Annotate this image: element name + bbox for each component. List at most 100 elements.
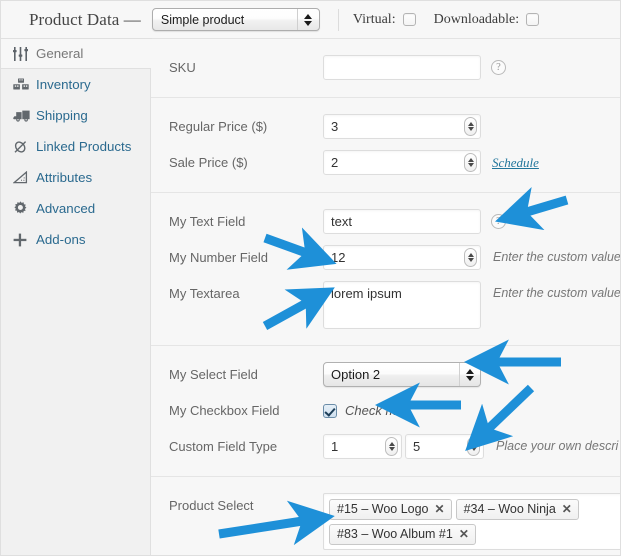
panel-header: Product Data — Simple product Virtual: D… <box>1 1 620 39</box>
product-tag[interactable]: #83 – Woo Album #1 ✕ <box>329 524 476 545</box>
my-textarea-row: My Textarea lorem ipsum Enter the custom… <box>151 276 620 334</box>
custom-field-type-stepper-2[interactable] <box>467 437 480 456</box>
sidebar-item-label: General <box>36 46 84 61</box>
sidebar-item-label: Shipping <box>36 108 88 123</box>
my-number-field-description: Enter the custom value he <box>493 250 620 264</box>
downloadable-label: Downloadable: <box>433 11 520 27</box>
product-select-row: Product Select #15 – Woo Logo ✕ #34 – Wo… <box>151 488 620 555</box>
my-textarea-input[interactable]: lorem ipsum <box>323 281 481 329</box>
virtual-checkbox[interactable] <box>402 13 416 26</box>
stepper-up-icon <box>388 442 395 446</box>
stepper-down-icon <box>467 163 474 167</box>
sidebar-item-linked-products[interactable]: Linked Products <box>1 131 150 162</box>
sidebar-item-label: Add-ons <box>36 232 86 247</box>
select-stepper-icon[interactable] <box>459 363 480 386</box>
sku-label: SKU <box>169 60 196 75</box>
help-icon[interactable]: ? <box>491 60 506 75</box>
product-data-form: SKU ? Regular Price ($) 3 Sale Price ($)… <box>151 39 620 555</box>
product-tag[interactable]: #34 – Woo Ninja ✕ <box>455 499 579 520</box>
gear-icon <box>13 201 32 216</box>
plus-icon <box>13 233 32 247</box>
sidebar-item-label: Linked Products <box>36 139 132 154</box>
sku-input[interactable] <box>323 55 481 80</box>
my-text-field-row: My Text Field text ? <box>151 204 620 240</box>
header-divider <box>337 8 339 31</box>
stepper-down-icon <box>470 447 477 451</box>
sidebar-item-general[interactable]: General <box>1 38 152 69</box>
regular-price-field-row: Regular Price ($) 3 <box>151 109 620 145</box>
sidebar-item-label: Attributes <box>36 170 93 185</box>
product-tag-label: #15 – Woo Logo <box>337 502 429 516</box>
sku-field-row: SKU ? <box>151 50 620 86</box>
my-select-field-select[interactable]: Option 2 <box>323 362 481 387</box>
virtual-label: Virtual: <box>352 11 396 27</box>
product-tag-label: #34 – Woo Ninja <box>463 502 556 516</box>
product-select-label: Product Select <box>169 498 254 513</box>
remove-tag-icon[interactable]: ✕ <box>459 528 469 540</box>
my-select-field-label: My Select Field <box>169 367 258 382</box>
my-textarea-label: My Textarea <box>169 286 240 301</box>
sale-price-label: Sale Price ($) <box>169 155 248 170</box>
chevron-down-icon <box>304 20 313 26</box>
downloadable-checkbox[interactable] <box>526 13 540 26</box>
downloadable-checkbox-group: Downloadable: <box>434 12 540 28</box>
help-icon[interactable]: ? <box>491 214 506 229</box>
chevron-up-icon <box>466 368 474 374</box>
sliders-icon <box>13 46 32 61</box>
sale-price-input[interactable]: 2 <box>323 150 481 175</box>
truck-icon <box>13 109 32 122</box>
my-number-field-label: My Number Field <box>169 250 268 265</box>
stepper-down-icon <box>467 258 474 262</box>
my-number-field-row: My Number Field 12 Enter the custom valu… <box>151 240 620 276</box>
my-number-field-stepper[interactable] <box>464 248 477 267</box>
custom-fields-group: My Text Field text ? My Number Field 12 <box>151 192 620 345</box>
sidebar-item-inventory[interactable]: Inventory <box>1 69 150 100</box>
schedule-sale-link[interactable]: Schedule <box>492 155 539 171</box>
stepper-up-icon <box>467 158 474 162</box>
product-tag-label: #83 – Woo Album #1 <box>337 527 453 541</box>
my-number-field-input[interactable]: 12 <box>323 245 481 270</box>
sidebar-item-attributes[interactable]: Attributes <box>1 162 150 193</box>
custom-field-type-stepper-1[interactable] <box>385 437 398 456</box>
product-type-select[interactable]: Simple product <box>151 8 320 31</box>
product-select-tagbox[interactable]: #15 – Woo Logo ✕ #34 – Woo Ninja ✕ #83 –… <box>323 493 620 550</box>
advanced-custom-group: My Select Field Option 2 My Checkbox Fie… <box>151 345 620 476</box>
my-select-field-row: My Select Field Option 2 <box>151 357 620 393</box>
select-stepper-icon[interactable] <box>296 9 319 30</box>
sale-price-stepper[interactable] <box>464 153 477 172</box>
product-data-tabs: General Inventory Shipping Linked Produc… <box>1 38 152 555</box>
my-select-field-value: Option 2 <box>331 367 381 382</box>
stepper-up-icon <box>470 442 477 446</box>
regular-price-stepper[interactable] <box>464 117 477 136</box>
product-data-panel: Product Data — Simple product Virtual: D… <box>0 0 621 556</box>
custom-field-type-row: Custom Field Type 1 5 Place your own des… <box>151 429 620 465</box>
sidebar-item-add-ons[interactable]: Add-ons <box>1 224 150 255</box>
custom-field-type-description: Place your own descri <box>496 439 619 453</box>
sidebar-item-shipping[interactable]: Shipping <box>1 100 150 131</box>
sidebar-item-advanced[interactable]: Advanced <box>1 193 150 224</box>
my-checkbox-field-checkbox[interactable] <box>323 403 337 418</box>
stepper-down-icon <box>467 127 474 131</box>
boxes-icon <box>13 78 32 92</box>
my-textarea-description: Enter the custom value h <box>493 286 620 300</box>
sidebar-item-label: Advanced <box>36 201 96 216</box>
chevron-down-icon <box>466 375 474 381</box>
remove-tag-icon[interactable]: ✕ <box>562 503 572 515</box>
custom-field-type-label: Custom Field Type <box>169 439 278 454</box>
chevron-up-icon <box>304 13 313 19</box>
regular-price-label: Regular Price ($) <box>169 119 268 134</box>
sale-price-field-row: Sale Price ($) 2 Schedule <box>151 145 620 181</box>
regular-price-input[interactable]: 3 <box>323 114 481 139</box>
remove-tag-icon[interactable]: ✕ <box>435 503 445 515</box>
product-tag[interactable]: #15 – Woo Logo ✕ <box>329 499 452 520</box>
sidebar-item-label: Inventory <box>36 77 91 92</box>
stepper-down-icon <box>388 447 395 451</box>
ruler-icon <box>13 171 32 184</box>
my-text-field-label: My Text Field <box>169 214 246 229</box>
my-text-field-input[interactable]: text <box>323 209 481 234</box>
page-title: Product Data — <box>29 9 141 29</box>
pricing-group: Regular Price ($) 3 Sale Price ($) 2 Sch… <box>151 97 620 192</box>
product-select-group: Product Select #15 – Woo Logo ✕ #34 – Wo… <box>151 476 620 555</box>
stepper-up-icon <box>467 122 474 126</box>
panel-body: General Inventory Shipping Linked Produc… <box>1 38 620 555</box>
